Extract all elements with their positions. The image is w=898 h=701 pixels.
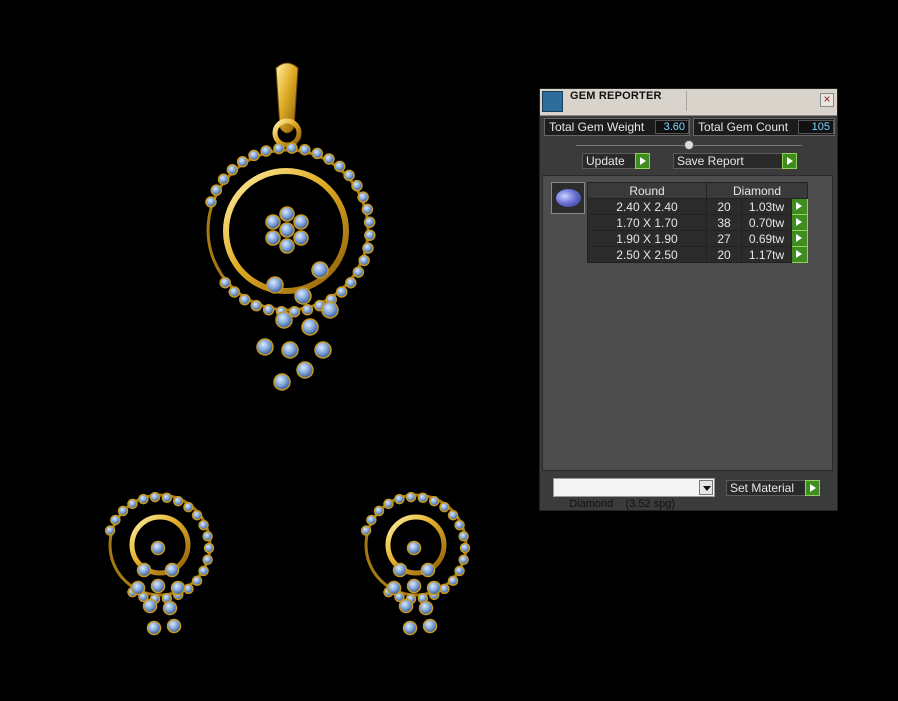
material-value: Diamond (3.52 spg): [569, 498, 676, 510]
total-gem-weight-value: 3.60: [655, 120, 689, 134]
panel-title: GEM REPORTER: [570, 90, 662, 102]
gem-size: 2.40 X 2.40: [587, 198, 707, 215]
row-arrow-icon[interactable]: [791, 246, 808, 263]
gem-size: 1.90 X 1.90: [587, 230, 707, 247]
header-material: Diamond: [706, 182, 808, 199]
total-gem-count-value: 105: [798, 120, 834, 134]
play-arrow-icon: [782, 153, 797, 169]
earring-right-render: [360, 491, 471, 636]
table-row: 2.50 X 2.50 20 1.17tw: [587, 246, 808, 263]
pendant-render: [205, 62, 376, 391]
row-arrow-icon[interactable]: [791, 198, 808, 215]
gem-count: 20: [706, 246, 742, 263]
table-row: 1.90 X 1.90 27 0.69tw: [587, 230, 808, 247]
row-arrow-icon[interactable]: [791, 214, 808, 231]
slider-handle[interactable]: [684, 140, 694, 150]
chevron-down-icon[interactable]: [699, 480, 713, 495]
gem-count: 20: [706, 198, 742, 215]
set-material-button[interactable]: Set Material: [726, 480, 820, 496]
set-material-label: Set Material: [730, 481, 795, 495]
table-row: 2.40 X 2.40 20 1.03tw: [587, 198, 808, 215]
gem-weight: 0.70tw: [741, 214, 792, 231]
oval-gem-icon[interactable]: [551, 182, 585, 214]
gem-reporter-app-icon: [542, 91, 563, 112]
title-separator: [686, 91, 687, 111]
gem-size: 2.50 X 2.50: [587, 246, 707, 263]
gem-table: Round Diamond 2.40 X 2.40 20 1.03tw 1.70…: [587, 182, 808, 263]
total-gem-weight-label: Total Gem Weight: [549, 120, 645, 134]
gem-count: 27: [706, 230, 742, 247]
gem-list-area[interactable]: Round Diamond 2.40 X 2.40 20 1.03tw 1.70…: [542, 175, 833, 471]
play-arrow-icon: [635, 153, 650, 169]
play-arrow-icon: [805, 480, 820, 496]
title-bar[interactable]: GEM REPORTER ×: [540, 89, 837, 116]
table-row: 1.70 X 1.70 38 0.70tw: [587, 214, 808, 231]
gem-weight: 0.69tw: [741, 230, 792, 247]
gem-size: 1.70 X 1.70: [587, 214, 707, 231]
save-report-button[interactable]: Save Report: [673, 153, 797, 169]
update-button[interactable]: Update: [582, 153, 650, 169]
material-dropdown[interactable]: Diamond (3.52 spg): [553, 478, 715, 510]
gem-weight: 1.17tw: [741, 246, 792, 263]
gem-count: 38: [706, 214, 742, 231]
save-report-label: Save Report: [677, 154, 744, 168]
close-icon[interactable]: ×: [820, 93, 834, 107]
total-gem-count-label: Total Gem Count: [698, 120, 789, 134]
gem-weight: 1.03tw: [741, 198, 792, 215]
earring-left-render: [104, 491, 215, 636]
row-arrow-icon[interactable]: [791, 230, 808, 247]
gem-reporter-panel: GEM REPORTER × Total Gem Weight 3.60 Tot…: [539, 88, 838, 511]
update-label: Update: [586, 154, 625, 168]
total-gem-count-box: Total Gem Count 105: [693, 118, 835, 136]
header-shape: Round: [587, 182, 707, 199]
total-gem-weight-box: Total Gem Weight 3.60: [544, 118, 690, 136]
